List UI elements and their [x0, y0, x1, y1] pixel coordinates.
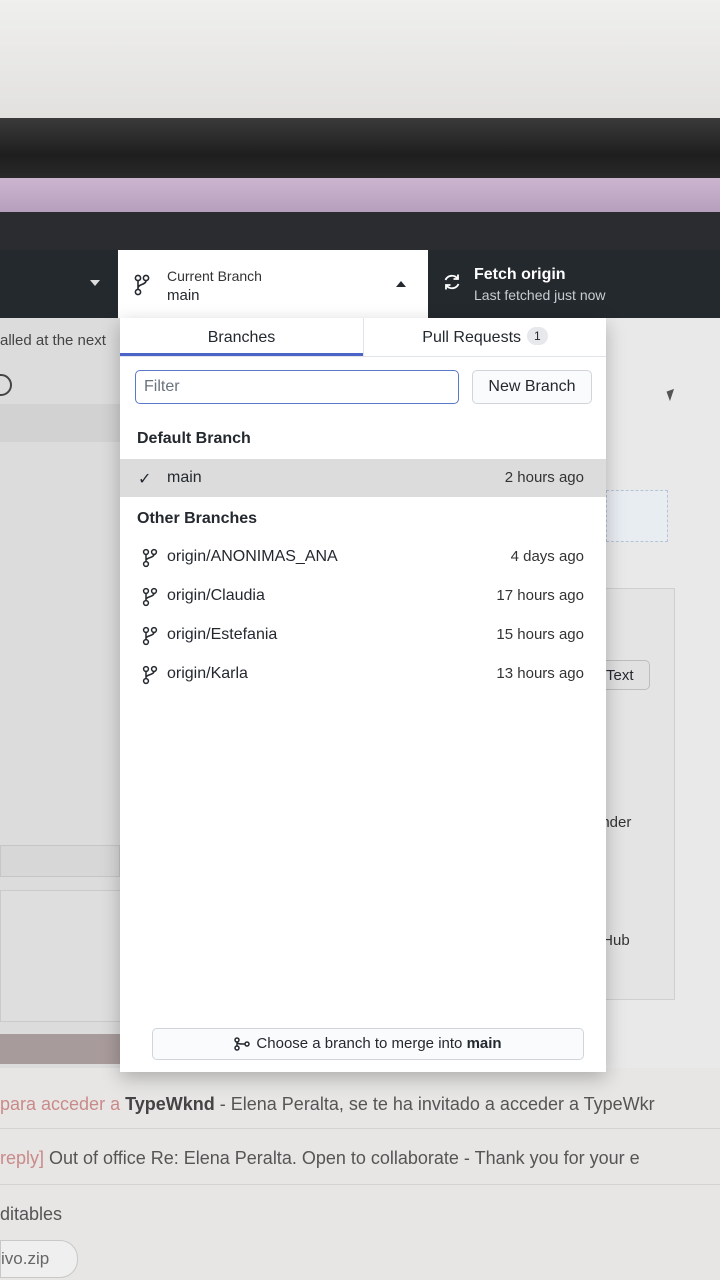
branch-row[interactable]: origin/Karla 13 hours ago [120, 655, 606, 693]
branch-icon [142, 548, 158, 568]
window-titlebar [0, 178, 720, 215]
caret-up-icon [396, 281, 406, 287]
merge-target: main [466, 1035, 502, 1052]
branch-icon [134, 274, 150, 296]
fetch-subtitle: Last fetched just now [474, 287, 606, 303]
other-branches-heading: Other Branches [137, 510, 258, 527]
branch-row[interactable]: origin/ANONIMAS_ANA 4 days ago [120, 538, 606, 576]
branch-icon [142, 587, 158, 607]
branch-row-main[interactable]: ✓ main 2 hours ago [120, 459, 606, 497]
tab-branches[interactable]: Branches [120, 318, 363, 356]
dropdown-tabs: Branches Pull Requests 1 [120, 318, 606, 357]
branch-time: 15 hours ago [496, 626, 584, 643]
menu-strip [0, 212, 720, 252]
mail-snippet: - Elena Peralta, se te ha invitado a acc… [214, 1094, 655, 1114]
branch-time: 2 hours ago [504, 469, 584, 486]
branch-time: 17 hours ago [496, 587, 584, 604]
background-card [0, 890, 122, 1022]
merge-prefix: Choose a branch to merge into [256, 1035, 463, 1052]
background-button[interactable] [0, 1034, 125, 1064]
branch-name: main [167, 469, 202, 486]
sync-icon [444, 274, 460, 290]
filter-input[interactable] [135, 370, 459, 404]
branch-dropdown: Branches Pull Requests 1 New Branch Defau… [120, 318, 606, 1072]
background-row [0, 404, 122, 442]
branch-icon [142, 626, 158, 646]
tab-branches-label: Branches [207, 329, 276, 346]
mail-label: ditables [0, 1204, 63, 1224]
attachment-chip[interactable]: ivo.zip [0, 1240, 78, 1278]
branch-name: origin/Karla [167, 665, 248, 682]
repository-caret-icon[interactable] [90, 280, 100, 286]
current-branch-button[interactable]: Current Branch main [118, 250, 428, 318]
fetch-title: Fetch origin [474, 266, 566, 283]
pull-request-count-badge: 1 [527, 327, 548, 345]
checkmark-icon: ✓ [138, 471, 152, 488]
fetch-origin-button[interactable]: Fetch origin Last fetched just now [428, 250, 720, 318]
divider [0, 1184, 720, 1185]
mail-item[interactable]: reply] Out of office Re: Elena Peralta. … [0, 1148, 720, 1169]
branch-time: 13 hours ago [496, 665, 584, 682]
branch-name: origin/ANONIMAS_ANA [167, 548, 338, 565]
divider [0, 1128, 720, 1129]
branch-name: origin/Claudia [167, 587, 265, 604]
branch-row[interactable]: origin/Estefania 15 hours ago [120, 616, 606, 654]
merge-icon [234, 1037, 251, 1051]
branch-name: origin/Estefania [167, 626, 278, 643]
default-branch-heading: Default Branch [137, 430, 251, 447]
illustration-icon [606, 490, 668, 542]
mail-item[interactable]: para acceder a TypeWknd - Elena Peralta,… [0, 1094, 720, 1115]
current-branch-value: main [167, 287, 200, 304]
merge-into-button[interactable]: Choose a branch to merge into main [152, 1028, 584, 1060]
wall-background [0, 0, 720, 118]
mail-snippet: Out of office Re: Elena Peralta. Open to… [44, 1148, 640, 1168]
branch-icon [142, 665, 158, 685]
branch-row[interactable]: origin/Claudia 17 hours ago [120, 577, 606, 615]
background-field [0, 845, 120, 877]
branch-time: 4 days ago [510, 548, 584, 565]
new-branch-button[interactable]: New Branch [472, 370, 592, 404]
current-branch-label: Current Branch [167, 268, 262, 284]
mail-prefix: reply] [0, 1148, 45, 1168]
tab-pull-requests[interactable]: Pull Requests 1 [363, 318, 606, 356]
tab-pull-requests-label: Pull Requests [422, 329, 522, 346]
background-left-text: alled at the next [0, 332, 106, 349]
mail-subject-bold: TypeWknd [125, 1094, 215, 1114]
mail-prefix: para acceder a [0, 1094, 121, 1114]
monitor-bezel [0, 118, 720, 180]
